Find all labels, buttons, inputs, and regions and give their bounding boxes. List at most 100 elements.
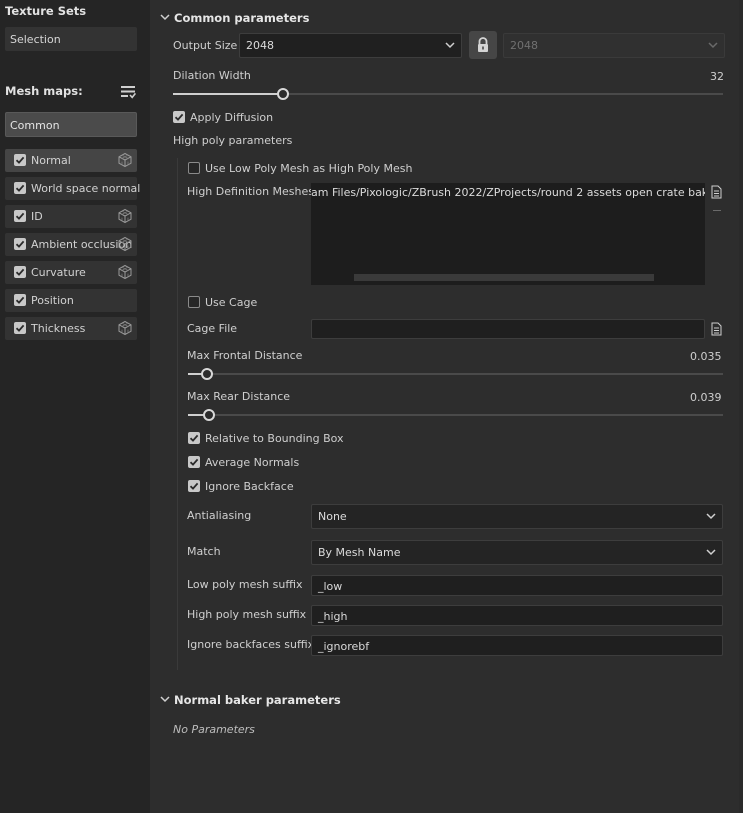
high-definition-meshes-list[interactable]: am Files/Pixologic/ZBrush 2022/ZProjects…	[311, 183, 705, 285]
checkbox-icon	[173, 111, 185, 123]
cage-file-label: Cage File	[187, 322, 238, 335]
relative-bounding-box-label: Relative to Bounding Box	[205, 432, 344, 445]
mesh-map-label: Thickness	[31, 322, 86, 335]
apply-diffusion-checkbox[interactable]	[173, 111, 185, 126]
high-poly-parameters-title: High poly parameters	[173, 134, 293, 147]
cube-icon[interactable]	[117, 264, 133, 280]
output-size-select[interactable]: 2048	[239, 33, 462, 58]
dilation-slider-handle[interactable]	[277, 88, 289, 100]
dilation-width-label: Dilation Width	[173, 69, 251, 82]
high-definition-mesh-path[interactable]: am Files/Pixologic/ZBrush 2022/ZProjects…	[311, 186, 705, 199]
mesh-map-item[interactable]: World space normal	[5, 177, 141, 200]
low-poly-suffix-input[interactable]: _low	[311, 575, 723, 596]
mesh-map-item[interactable]: Ambient occlusion	[5, 233, 137, 256]
dilation-width-value: 32	[710, 70, 724, 83]
checkbox-icon[interactable]	[14, 294, 26, 306]
high-poly-suffix-label: High poly mesh suffix	[187, 608, 307, 621]
output-size-label: Output Size	[173, 39, 238, 52]
file-browse-icon[interactable]	[711, 185, 722, 199]
cube-icon[interactable]	[117, 320, 133, 336]
mesh-map-item[interactable]: Position	[5, 289, 137, 312]
chevron-down-icon	[706, 549, 716, 556]
high-poly-suffix-input[interactable]: _high	[311, 605, 723, 626]
normal-baker-parameters-title[interactable]: Normal baker parameters	[174, 693, 341, 707]
max-rear-slider-handle[interactable]	[202, 409, 215, 421]
match-select[interactable]: By Mesh Name	[311, 540, 723, 565]
cube-icon[interactable]	[117, 208, 133, 224]
checkbox-icon	[188, 296, 200, 308]
checkbox-icon	[188, 162, 200, 174]
mesh-map-item[interactable]: Normal	[5, 149, 137, 172]
apply-diffusion-label: Apply Diffusion	[190, 111, 274, 124]
checkbox-icon	[188, 480, 200, 492]
use-cage-label: Use Cage	[205, 296, 258, 309]
mesh-map-label: Curvature	[31, 266, 86, 279]
max-rear-distance-label: Max Rear Distance	[187, 390, 291, 403]
relative-bounding-box-checkbox[interactable]	[188, 432, 200, 447]
high-definition-meshes-label: High Definition Meshes	[187, 185, 314, 198]
remove-item-icon[interactable]	[713, 210, 721, 211]
use-cage-checkbox[interactable]	[188, 296, 200, 311]
chevron-down-icon[interactable]	[160, 694, 170, 704]
group-indent-line	[177, 158, 178, 670]
ignore-backface-label: Ignore Backface	[205, 480, 294, 493]
match-label: Match	[187, 545, 221, 558]
mesh-map-label: Normal	[31, 154, 71, 167]
dilation-slider-fill	[173, 93, 283, 95]
chevron-down-icon	[708, 42, 718, 49]
file-browse-icon[interactable]	[711, 322, 722, 336]
selection-item[interactable]: Selection	[5, 27, 137, 51]
texture-sets-title: Texture Sets	[5, 4, 87, 18]
checkbox-icon[interactable]	[14, 238, 26, 250]
cube-icon[interactable]	[117, 236, 133, 252]
match-value: By Mesh Name	[318, 546, 401, 559]
checkbox-icon	[188, 456, 200, 468]
average-normals-label: Average Normals	[205, 456, 300, 469]
mesh-map-label: World space normal	[31, 182, 141, 195]
filter-list-icon[interactable]	[119, 83, 137, 101]
no-parameters-text: No Parameters	[173, 723, 255, 736]
use-low-poly-label: Use Low Poly Mesh as High Poly Mesh	[205, 162, 413, 175]
max-frontal-slider-track[interactable]	[188, 373, 723, 375]
chevron-down-icon	[445, 42, 455, 49]
max-rear-distance-value: 0.039	[690, 391, 722, 404]
mesh-maps-title: Mesh maps:	[5, 84, 83, 98]
horizontal-scrollbar[interactable]	[354, 274, 654, 281]
mesh-map-item[interactable]: Thickness	[5, 317, 137, 340]
ignore-backfaces-suffix-input[interactable]: _ignorebf	[311, 635, 723, 656]
scrollbar-gutter[interactable]	[739, 0, 743, 813]
checkbox-icon[interactable]	[14, 154, 26, 166]
mesh-map-item[interactable]: Curvature	[5, 261, 137, 284]
antialiasing-select[interactable]: None	[311, 504, 723, 529]
mesh-map-item[interactable]: ID	[5, 205, 137, 228]
max-frontal-distance-value: 0.035	[690, 350, 722, 363]
max-rear-slider-track[interactable]	[188, 414, 723, 416]
output-size-value: 2048	[246, 39, 274, 52]
chevron-down-icon[interactable]	[160, 12, 170, 22]
checkbox-icon[interactable]	[14, 210, 26, 222]
low-poly-suffix-label: Low poly mesh suffix	[187, 578, 303, 591]
chevron-down-icon	[706, 513, 716, 520]
checkbox-icon	[188, 432, 200, 444]
checkbox-icon[interactable]	[14, 266, 26, 278]
ignore-backfaces-suffix-label: Ignore backfaces suffix	[187, 638, 315, 651]
ignore-backface-checkbox[interactable]	[188, 480, 200, 495]
average-normals-checkbox[interactable]	[188, 456, 200, 471]
antialiasing-label: Antialiasing	[187, 509, 252, 522]
lock-button[interactable]	[469, 31, 497, 59]
mesh-map-label: ID	[31, 210, 43, 223]
antialiasing-value: None	[318, 510, 347, 523]
cage-file-input[interactable]	[311, 319, 705, 339]
output-size-locked-select: 2048	[503, 33, 725, 58]
mesh-map-label: Position	[31, 294, 74, 307]
max-frontal-distance-label: Max Frontal Distance	[187, 349, 303, 362]
lock-icon	[478, 37, 488, 52]
output-size-locked-value: 2048	[510, 39, 538, 52]
checkbox-icon[interactable]	[14, 182, 26, 194]
cube-icon[interactable]	[117, 152, 133, 168]
max-frontal-slider-handle[interactable]	[200, 368, 213, 380]
checkbox-icon[interactable]	[14, 322, 26, 334]
common-parameters-title[interactable]: Common parameters	[174, 11, 309, 25]
use-low-poly-checkbox[interactable]	[188, 162, 200, 177]
common-button[interactable]: Common	[5, 112, 137, 137]
